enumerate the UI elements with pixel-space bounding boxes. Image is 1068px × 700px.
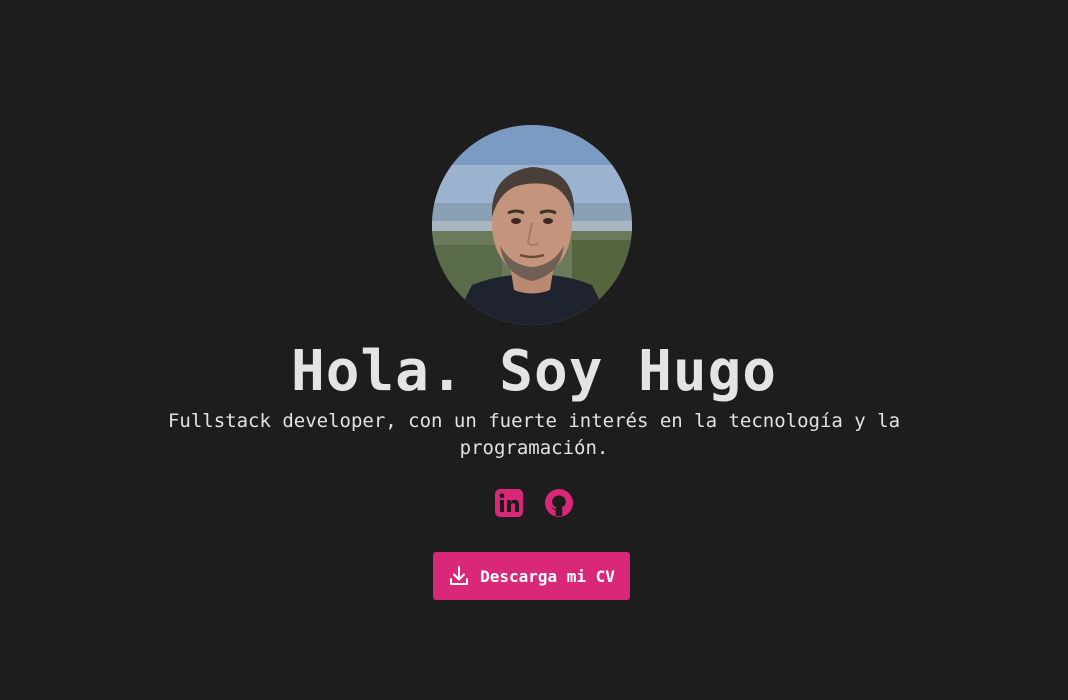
download-cv-label: Descarga mi CV	[480, 566, 615, 586]
profile-photo	[432, 125, 632, 325]
avatar	[432, 125, 632, 325]
page-subtitle: Fullstack developer, con un fuerte inter…	[167, 410, 901, 459]
linkedin-icon	[495, 489, 523, 517]
github-icon	[545, 489, 573, 517]
download-icon	[450, 566, 469, 585]
github-link[interactable]	[544, 488, 574, 518]
linkedin-link[interactable]	[494, 488, 524, 518]
download-cv-button[interactable]: Descarga mi CV	[433, 552, 630, 600]
social-links	[0, 488, 1068, 518]
hero-section: Hola. Soy Hugo Fullstack developer, con …	[0, 0, 1068, 700]
page-title: Hola. Soy Hugo	[290, 339, 777, 404]
